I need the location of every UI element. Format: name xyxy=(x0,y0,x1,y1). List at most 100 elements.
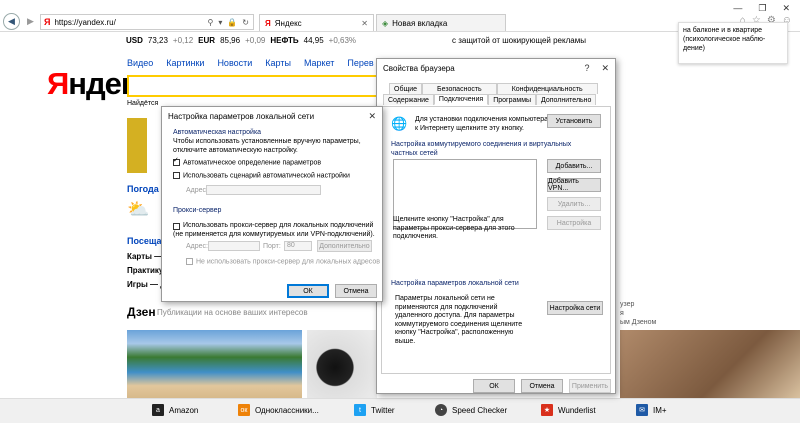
zen-title[interactable]: Дзен xyxy=(127,305,156,319)
use-script-row[interactable]: Использовать сценарий автоматической нас… xyxy=(173,172,350,181)
favorite-twitter[interactable]: t Twitter xyxy=(354,404,395,416)
script-address-label: Адрес xyxy=(186,187,207,194)
new-tab-icon: ◈ xyxy=(382,18,389,28)
auto-detect-checkbox[interactable] xyxy=(173,157,180,166)
lock-icon[interactable]: 🔒 xyxy=(227,18,237,27)
tab-yandex[interactable]: Я Яндекс ✕ xyxy=(259,14,374,31)
bypass-local-row[interactable]: Не использовать прокси-сервер для локаль… xyxy=(186,258,380,267)
script-address-input[interactable] xyxy=(206,185,321,195)
minimize-icon[interactable]: — xyxy=(733,3,742,14)
usd-value[interactable]: 73,23 xyxy=(148,36,168,45)
back-icon[interactable]: ◀ xyxy=(3,13,20,30)
tab-general[interactable]: Общие xyxy=(389,83,423,94)
use-proxy-row[interactable]: Использовать прокси-сервер для локальных… xyxy=(173,222,378,239)
setup-button[interactable]: Установить xyxy=(547,114,601,128)
weather-heading[interactable]: Погода xyxy=(127,184,159,194)
forward-icon[interactable]: ▶ xyxy=(22,13,39,30)
proxy-address-input[interactable] xyxy=(208,241,260,251)
maximize-icon[interactable]: ❐ xyxy=(758,3,766,14)
ok-button[interactable]: ОК xyxy=(287,284,329,298)
promo-banner[interactable]: с защитой от шокирующей рекламы xyxy=(452,36,586,45)
service-images[interactable]: Картинки xyxy=(166,58,204,68)
visited-item[interactable]: Практику xyxy=(127,266,163,275)
auto-detect-row[interactable]: Автоматическое определение параметров xyxy=(173,157,321,168)
zen-side-line: я xyxy=(620,310,624,317)
im-plus-icon: ✉ xyxy=(636,404,648,416)
search-input[interactable] xyxy=(127,75,387,97)
apply-button[interactable]: Применить xyxy=(569,379,611,393)
zen-side-line: ым Дзеном xyxy=(620,319,657,326)
search-icon[interactable]: ⚲ xyxy=(207,18,213,27)
eur-change: +0,09 xyxy=(245,36,266,45)
amazon-icon: a xyxy=(152,404,164,416)
use-proxy-checkbox[interactable] xyxy=(173,223,180,230)
use-script-checkbox[interactable] xyxy=(173,172,180,179)
advanced-button[interactable]: Дополнительно xyxy=(317,240,372,252)
service-market[interactable]: Маркет xyxy=(304,58,334,68)
add-button[interactable]: Добавить... xyxy=(547,159,601,173)
service-video[interactable]: Видео xyxy=(127,58,153,68)
tab-privacy[interactable]: Конфиденциальность xyxy=(496,83,598,94)
speed-checker-icon: ◔ xyxy=(435,404,447,416)
logo-first-letter: Я xyxy=(47,66,69,101)
refresh-icon[interactable]: ↻ xyxy=(242,18,249,27)
dialog-titlebar[interactable]: Настройка параметров локальной сети ✕ xyxy=(162,107,382,125)
favorite-im-plus[interactable]: ✉ IM+ xyxy=(636,404,667,416)
globe-icon: 🌐 xyxy=(391,116,408,131)
proxy-address-label: Адрес: xyxy=(186,243,208,250)
close-tab-icon[interactable]: ✕ xyxy=(361,19,368,28)
zen-side-text: узер я ым Дзеном xyxy=(620,300,656,327)
favorite-wunderlist[interactable]: ★ Wunderlist xyxy=(541,404,596,416)
url-text[interactable]: https://yandex.ru/ xyxy=(54,18,115,27)
add-vpn-button[interactable]: Добавить VPN... xyxy=(547,178,601,192)
favorite-label: IM+ xyxy=(653,405,667,415)
eur-label: EUR xyxy=(198,36,216,45)
zen-card-image[interactable] xyxy=(307,330,377,398)
odnoklassniki-icon: ок xyxy=(238,404,250,416)
tab-security[interactable]: Безопасность xyxy=(422,83,497,94)
tab-advanced[interactable]: Дополнительно xyxy=(536,94,597,105)
remove-button[interactable]: Удалить... xyxy=(547,197,601,211)
cancel-button[interactable]: Отмена xyxy=(335,284,377,298)
auto-group-label: Автоматическая настройка xyxy=(173,129,262,136)
service-maps[interactable]: Карты xyxy=(265,58,291,68)
favorite-label: Twitter xyxy=(371,405,395,415)
dropdown-icon[interactable]: ▾ xyxy=(218,18,222,27)
news-image[interactable] xyxy=(127,118,147,173)
lan-settings-button[interactable]: Настройка сети xyxy=(547,301,603,315)
dialog-titlebar[interactable]: Свойства браузера ? ✕ xyxy=(377,59,615,77)
eur-value[interactable]: 85,96 xyxy=(220,36,240,45)
zen-card-image[interactable] xyxy=(620,330,800,398)
tab-content[interactable]: Содержание xyxy=(383,94,434,105)
ok-button[interactable]: ОК xyxy=(473,379,515,393)
zen-card-image[interactable] xyxy=(127,330,302,398)
news-tooltip[interactable]: на балконе и в квартире (психологическое… xyxy=(678,22,788,64)
address-bar[interactable]: Я https://yandex.ru/ ⚲ ▾ 🔒 ↻ xyxy=(40,14,254,30)
bypass-local-checkbox[interactable] xyxy=(186,258,193,265)
visited-item[interactable]: Игры — д xyxy=(127,280,165,289)
port-input[interactable]: 80 xyxy=(284,241,312,251)
help-icon[interactable]: ? xyxy=(584,63,589,74)
cancel-button[interactable]: Отмена xyxy=(521,379,563,393)
tabs-row-bottom: Содержание Подключения Программы Дополни… xyxy=(383,94,597,105)
favorite-speed-checker[interactable]: ◔ Speed Checker xyxy=(435,404,507,416)
zen-side-line: узер xyxy=(620,301,635,308)
favorite-odnoklassniki[interactable]: ок Одноклассники... xyxy=(238,404,319,416)
tab-new[interactable]: ◈ Новая вкладка xyxy=(376,14,506,31)
lan-text: Параметры локальной сети не применяются … xyxy=(395,295,523,345)
close-icon[interactable]: ✕ xyxy=(368,111,376,122)
usd-label: USD xyxy=(126,36,143,45)
zen-subtitle: Публикации на основе ваших интересов xyxy=(157,308,308,317)
settings-button[interactable]: Настройка xyxy=(547,216,601,230)
usd-change: +0,12 xyxy=(172,36,194,45)
close-icon[interactable]: ✕ xyxy=(782,3,790,14)
favorite-amazon[interactable]: a Amazon xyxy=(152,404,198,416)
lan-settings-dialog: Настройка параметров локальной сети ✕ Ав… xyxy=(161,106,383,302)
oil-value[interactable]: 44,95 xyxy=(304,36,324,45)
tab-programs[interactable]: Программы xyxy=(488,94,537,105)
service-translate[interactable]: Перев xyxy=(347,58,373,68)
service-news[interactable]: Новости xyxy=(217,58,252,68)
port-label: Порт: xyxy=(263,243,281,250)
tab-connections[interactable]: Подключения xyxy=(433,94,489,105)
close-icon[interactable]: ✕ xyxy=(601,63,609,74)
